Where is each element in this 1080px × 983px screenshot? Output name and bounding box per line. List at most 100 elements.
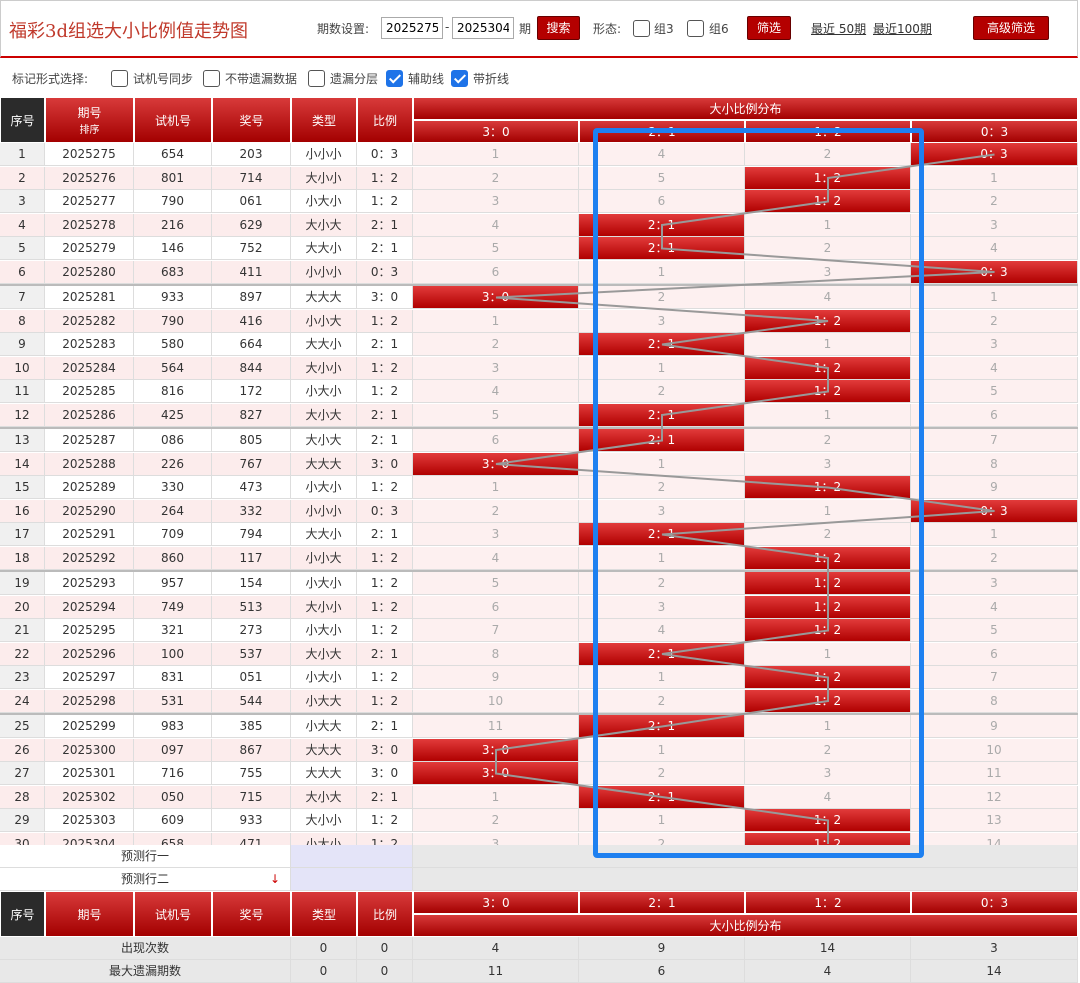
predict-row-1-input[interactable] <box>291 845 413 868</box>
missing-count-cell: 3 <box>413 356 579 380</box>
cell-type: 小大小 <box>291 619 357 642</box>
cell-prize: 154 <box>212 572 291 595</box>
missing-count-cell: 2 <box>413 166 579 190</box>
stats-label: 最大遗漏期数 <box>0 960 291 983</box>
missing-count-cell: 2 <box>413 809 579 832</box>
cell-idx: 16 <box>0 499 45 523</box>
cell-idx: 26 <box>0 738 45 762</box>
hit-cell: 0：3 <box>911 260 1078 284</box>
predict-row-1-label: 预测行一 <box>0 845 291 868</box>
sort-toggle[interactable]: 排序 <box>80 121 100 136</box>
cell-issue: 2025279 <box>45 237 134 260</box>
missing-count-cell: 4 <box>413 380 579 403</box>
cell-idx: 18 <box>0 546 45 570</box>
recent-50-link[interactable]: 最近 50期 <box>811 20 866 37</box>
predict-row-2-dist[interactable] <box>413 868 1078 891</box>
cell-trial: 531 <box>134 689 212 713</box>
cell-ratio: 3：0 <box>357 452 413 476</box>
cell-trial: 933 <box>134 286 212 309</box>
cell-issue: 2025280 <box>45 260 134 284</box>
foot-header-prize: 奖号 <box>212 891 291 937</box>
cell-prize: 411 <box>212 260 291 284</box>
mark-options-bar: 标记形式选择: 试机号同步 不带遗漏数据 遗漏分层 辅助线 带折线 <box>0 62 1078 94</box>
trial-sync-checkbox[interactable] <box>111 70 128 87</box>
cell-type: 小小大 <box>291 546 357 570</box>
aux-line-checkbox[interactable] <box>386 70 403 87</box>
cell-issue: 2025289 <box>45 476 134 499</box>
dist-header-title: 大小比例分布 <box>413 97 1078 120</box>
cell-idx: 2 <box>0 166 45 190</box>
group6-checkbox[interactable] <box>687 20 704 37</box>
cell-ratio: 3：0 <box>357 762 413 785</box>
cell-prize: 827 <box>212 403 291 427</box>
missing-count-cell: 1 <box>911 286 1078 309</box>
cell-prize: 755 <box>212 762 291 785</box>
col-header-issue[interactable]: 期号 排序 <box>45 97 134 143</box>
cell-prize: 117 <box>212 546 291 570</box>
cell-idx: 8 <box>0 309 45 333</box>
cell-trial: 860 <box>134 546 212 570</box>
period-end-input[interactable] <box>452 17 514 39</box>
cell-ratio: 1：2 <box>357 572 413 595</box>
cell-type: 小大小 <box>291 190 357 213</box>
cell-issue: 2025285 <box>45 380 134 403</box>
search-button[interactable]: 搜索 <box>537 16 580 40</box>
cell-trial: 216 <box>134 213 212 237</box>
cell-type: 大小小 <box>291 595 357 619</box>
stats-value: 4 <box>413 937 579 960</box>
cell-prize: 767 <box>212 452 291 476</box>
polyline-checkbox[interactable] <box>451 70 468 87</box>
cell-idx: 15 <box>0 476 45 499</box>
page-title: 福彩3d组选大小比例值走势图 <box>9 21 248 42</box>
aux-line-label: 辅助线 <box>408 72 445 86</box>
stats-value: 9 <box>579 937 745 960</box>
missing-count-cell: 4 <box>413 546 579 570</box>
missing-count-cell: 1 <box>911 523 1078 546</box>
shape-label: 形态: <box>593 22 622 36</box>
cell-idx: 9 <box>0 333 45 356</box>
cell-issue: 2025291 <box>45 523 134 546</box>
missing-count-cell: 8 <box>911 689 1078 713</box>
no-missing-data-checkbox[interactable] <box>203 70 220 87</box>
foot-header-idx: 序号 <box>0 891 45 937</box>
cell-prize: 664 <box>212 333 291 356</box>
missing-count-cell: 11 <box>413 715 579 738</box>
group3-label: 组3 <box>654 22 674 36</box>
missing-layer-checkbox[interactable] <box>308 70 325 87</box>
group3-checkbox[interactable] <box>633 20 650 37</box>
cell-prize: 051 <box>212 666 291 689</box>
cell-type: 小大大 <box>291 715 357 738</box>
stats-value: 4 <box>745 960 911 983</box>
stats-value: 14 <box>911 960 1078 983</box>
stats-type: 0 <box>291 937 357 960</box>
cell-prize: 714 <box>212 166 291 190</box>
cell-ratio: 1：2 <box>357 356 413 380</box>
missing-count-cell: 10 <box>911 738 1078 762</box>
stats-value: 6 <box>579 960 745 983</box>
cell-issue: 2025294 <box>45 595 134 619</box>
cell-prize: 897 <box>212 286 291 309</box>
hit-cell: 3：0 <box>413 286 579 309</box>
cell-ratio: 2：1 <box>357 429 413 452</box>
missing-count-cell: 9 <box>911 476 1078 499</box>
filter-button[interactable]: 筛选 <box>747 16 791 40</box>
cell-idx: 29 <box>0 809 45 832</box>
cell-issue: 2025295 <box>45 619 134 642</box>
advanced-filter-button[interactable]: 高级筛选 <box>973 16 1049 40</box>
cell-ratio: 2：1 <box>357 213 413 237</box>
expand-arrow-icon[interactable]: ↓ <box>270 872 280 886</box>
cell-idx: 27 <box>0 762 45 785</box>
cell-trial: 100 <box>134 642 212 666</box>
cell-issue: 2025297 <box>45 666 134 689</box>
cell-prize: 629 <box>212 213 291 237</box>
period-start-input[interactable] <box>381 17 443 39</box>
stats-type: 0 <box>291 960 357 983</box>
dist-header-0-3: 0：3 <box>911 120 1078 143</box>
recent-100-link[interactable]: 最近100期 <box>873 20 932 37</box>
hit-cell: 3：0 <box>413 738 579 762</box>
predict-row-2-input[interactable] <box>291 868 413 891</box>
missing-count-cell: 5 <box>413 572 579 595</box>
cell-idx: 21 <box>0 619 45 642</box>
cell-trial: 749 <box>134 595 212 619</box>
highlight-box <box>593 128 924 858</box>
